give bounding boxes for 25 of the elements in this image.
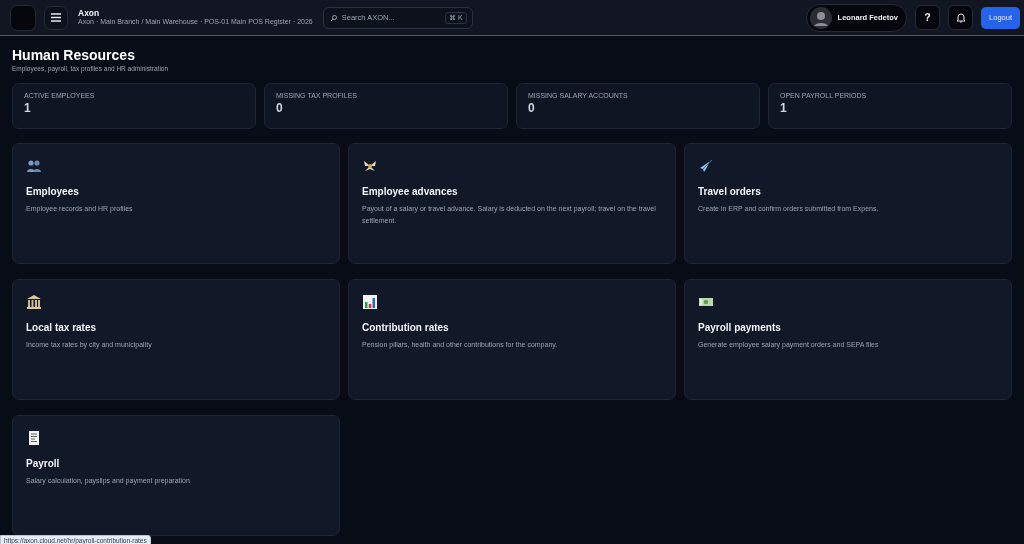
menu-button[interactable] [44,5,68,30]
bank-icon [26,293,42,310]
people-icon [26,157,42,174]
card-title: Employees [26,185,79,197]
bar-chart-icon [362,293,378,310]
page-title: Human Resources [12,47,136,64]
receipt-icon [26,429,42,446]
bell-icon [955,12,966,23]
stat-value: 0 [528,100,536,115]
card-title: Payroll payments [698,321,781,333]
menu-icon [51,13,61,22]
card-title: Employee advances [362,185,458,197]
card-title: Payroll [26,457,60,469]
help-button[interactable]: ? [915,5,941,30]
notifications-button[interactable] [948,5,974,30]
search-icon [329,13,338,22]
airplane-icon [698,157,714,174]
stat-value: 1 [780,100,788,115]
card-title: Local tax rates [26,321,97,333]
app-name: Axon [78,8,101,19]
card-title: Travel orders [698,185,761,197]
card-title: Contribution rates [362,321,449,333]
avatar-icon [809,6,832,29]
stat-value: 0 [276,100,284,115]
stat-value: 1 [24,100,32,115]
